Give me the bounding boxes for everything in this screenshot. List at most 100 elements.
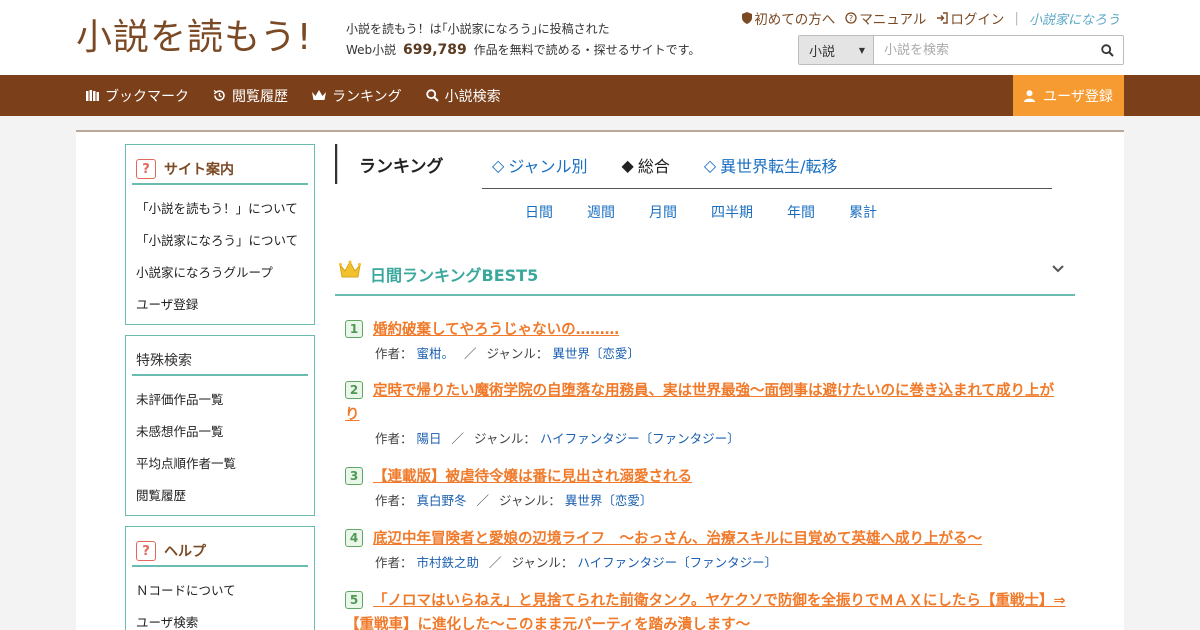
ranking-item: 5 「ノロマはいらねえ」と見捨てられた前衛タンク。ヤケクソで防御を全振りでＭＡＸ… [345, 589, 1067, 630]
tabs-divider [482, 188, 1052, 189]
ranking-tabs: ◇ ジャンル別 ◆ 総合 ◇ 異世界転生/転移 [492, 144, 838, 186]
novel-title-link[interactable]: 婚約破棄してやろうじゃないの……… [373, 318, 1067, 342]
main-nav: ブックマーク 閲覧履歴 ランキング 小説検索 ユーザ登録 [0, 75, 1200, 116]
user-icon [1024, 89, 1036, 102]
author-link[interactable]: 市村鉄之助 [417, 555, 480, 570]
search-icon [425, 89, 439, 102]
period-monthly[interactable]: 月間 [649, 202, 677, 222]
special-search-title: 特殊検索 [132, 346, 308, 376]
nav-ranking[interactable]: ランキング [312, 86, 402, 106]
period-tabs: 日間 週間 月間 四半期 年間 累計 [525, 202, 877, 222]
dropdown-arrow-icon: ▼ [858, 45, 865, 55]
link-separator: | [1014, 10, 1019, 26]
sidebar-item-about-yomou[interactable]: 「小説を読もう！」について [136, 193, 314, 225]
bookmark-icon [86, 90, 99, 101]
help-list: Ｎコードについて ユーザ検索 [126, 567, 314, 630]
author-link[interactable]: 真白野冬 [417, 493, 467, 508]
author-link[interactable]: 蜜柑。 [417, 346, 455, 361]
narou-logo[interactable]: 小説家になろう [1029, 9, 1120, 28]
rank-number: 3 [345, 467, 363, 485]
question-icon: ? [136, 159, 156, 179]
site-logo[interactable]: 小説を読もう! [76, 16, 312, 60]
sidebar-item-history[interactable]: 閲覧履歴 [136, 480, 314, 512]
rank-number: 1 [345, 320, 363, 338]
sidebar-item-no-review[interactable]: 未感想作品一覧 [136, 416, 314, 448]
tagline-line1: 小説を読もう！は｢小説家になろう｣に投稿された [346, 22, 610, 36]
manual-link[interactable]: ? マニュアル [845, 8, 926, 28]
site-guide-list: 「小説を読もう！」について 「小説家になろう」について 小説家になろうグループ … [126, 185, 314, 321]
period-daily[interactable]: 日間 [525, 202, 553, 222]
novel-meta: 作者： 市村鉄之助 ／ ジャンル： ハイファンタジー〔ファンタジー〕 [375, 555, 778, 570]
genre-link[interactable]: ハイファンタジー〔ファンタジー〕 [577, 555, 777, 570]
rank-number: 5 [345, 591, 363, 609]
best5-header: 日間ランキングBEST5 [335, 250, 1075, 296]
chevron-down-icon[interactable] [1051, 264, 1065, 274]
help-box: ? ヘルプ Ｎコードについて ユーザ検索 [125, 526, 315, 630]
nav-history[interactable]: 閲覧履歴 [213, 86, 288, 106]
question-icon: ? [136, 541, 156, 561]
tab-genre[interactable]: ◇ ジャンル別 [492, 153, 588, 177]
period-quarterly[interactable]: 四半期 [711, 202, 753, 222]
author-link[interactable]: 陽日 [417, 431, 442, 446]
site-tagline: 小説を読もう！は｢小説家になろう｣に投稿された Web小説 699,789 作品… [346, 19, 700, 61]
period-total[interactable]: 累計 [849, 202, 877, 222]
sidebar-item-ncode[interactable]: Ｎコードについて [136, 575, 314, 607]
best5-title: 日間ランキングBEST5 [370, 266, 539, 285]
ranking-title: ランキング [359, 157, 444, 177]
title-bar [335, 144, 338, 184]
period-weekly[interactable]: 週間 [587, 202, 615, 222]
novel-title-link[interactable]: 【連載版】被虐待令嬢は番に見出され溺愛される [373, 465, 1067, 489]
site-header: 小説を読もう! 小説を読もう！は｢小説家になろう｣に投稿された Web小説 69… [0, 0, 1200, 75]
ranking-item: 4 底辺中年冒険者と愛娘の辺境ライフ 〜おっさん、治療スキルに目覚めて英雄へ成り… [345, 527, 1067, 572]
first-time-link[interactable]: 初めての方へ [742, 8, 835, 28]
tagline-suffix: 作品を無料で読める・探せるサイトです。 [473, 43, 701, 57]
svg-text:?: ? [849, 14, 853, 23]
genre-link[interactable]: ハイファンタジー〔ファンタジー〕 [540, 431, 740, 446]
sidebar-item-narou-group[interactable]: 小説家になろうグループ [136, 257, 314, 289]
ranking-item: 1 婚約破棄してやろうじゃないの……… 作者： 蜜柑。 ／ ジャンル： 異世界〔… [345, 318, 1067, 363]
novel-count: 699,789 [403, 42, 467, 58]
main-container: ? サイト案内 「小説を読もう！」について 「小説家になろう」について 小説家に… [76, 130, 1124, 630]
header-links: 初めての方へ ? マニュアル ログイン | 小説家になろう [742, 8, 1120, 28]
sidebar-item-register[interactable]: ユーザ登録 [136, 289, 314, 321]
nav-search[interactable]: 小説検索 [425, 86, 501, 106]
tagline-prefix: Web小説 [346, 43, 397, 57]
genre-link[interactable]: 異世界〔恋愛〕 [565, 493, 653, 508]
tab-overall[interactable]: ◆ 総合 [622, 153, 670, 177]
sidebar-item-about-narou[interactable]: 「小説家になろう」について [136, 225, 314, 257]
shield-icon [742, 12, 753, 24]
search-bar: 小説 ▼ [798, 35, 1124, 65]
period-yearly[interactable]: 年間 [787, 202, 815, 222]
login-icon [937, 12, 949, 24]
help-circle-icon: ? [845, 12, 857, 24]
crown-icon [339, 260, 361, 278]
novel-title-link[interactable]: 定時で帰りたい魔術学院の自堕落な用務員、実は世界最強～面倒事は避けたいのに巻き込… [345, 379, 1067, 427]
tagline-line2: Web小説 699,789 作品を無料で読める・探せるサイトです。 [346, 40, 700, 61]
crown-icon [312, 90, 326, 100]
ranking-item: 2 定時で帰りたい魔術学院の自堕落な用務員、実は世界最強～面倒事は避けたいのに巻… [345, 379, 1067, 448]
tab-isekai[interactable]: ◇ 異世界転生/転移 [704, 153, 838, 177]
rank-number: 4 [345, 529, 363, 547]
novel-meta: 作者： 陽日 ／ ジャンル： ハイファンタジー〔ファンタジー〕 [375, 431, 740, 446]
sidebar-item-avg-score[interactable]: 平均点順作者一覧 [136, 448, 314, 480]
search-type-select[interactable]: 小説 ▼ [799, 36, 874, 64]
ranking-header: ランキング ◇ ジャンル別 ◆ 総合 ◇ 異世界転生/転移 [335, 144, 1051, 186]
search-input[interactable] [874, 36, 1091, 64]
sidebar-item-user-search[interactable]: ユーザ検索 [136, 607, 314, 630]
novel-meta: 作者： 蜜柑。 ／ ジャンル： 異世界〔恋愛〕 [375, 346, 640, 361]
site-guide-title: ? サイト案内 [132, 155, 308, 185]
novel-title-link[interactable]: 底辺中年冒険者と愛娘の辺境ライフ 〜おっさん、治療スキルに目覚めて英雄へ成り上が… [373, 527, 1067, 551]
ranking-item: 3 【連載版】被虐待令嬢は番に見出され溺愛される 作者： 真白野冬 ／ ジャンル… [345, 465, 1067, 510]
login-link[interactable]: ログイン [936, 8, 1004, 28]
site-guide-box: ? サイト案内 「小説を読もう！」について 「小説家になろう」について 小説家に… [125, 144, 315, 325]
search-button[interactable] [1091, 36, 1123, 64]
novel-meta: 作者： 真白野冬 ／ ジャンル： 異世界〔恋愛〕 [375, 493, 653, 508]
sidebar-item-unrated[interactable]: 未評価作品一覧 [136, 384, 314, 416]
history-icon [213, 89, 225, 101]
nav-bookmark[interactable]: ブックマーク [86, 86, 189, 106]
rank-number: 2 [345, 381, 363, 399]
genre-link[interactable]: 異世界〔恋愛〕 [552, 346, 640, 361]
user-register-button[interactable]: ユーザ登録 [1013, 75, 1124, 116]
special-search-list: 未評価作品一覧 未感想作品一覧 平均点順作者一覧 閲覧履歴 [126, 376, 314, 512]
novel-title-link[interactable]: 「ノロマはいらねえ」と見捨てられた前衛タンク。ヤケクソで防御を全振りでＭＡＸにし… [345, 589, 1067, 630]
